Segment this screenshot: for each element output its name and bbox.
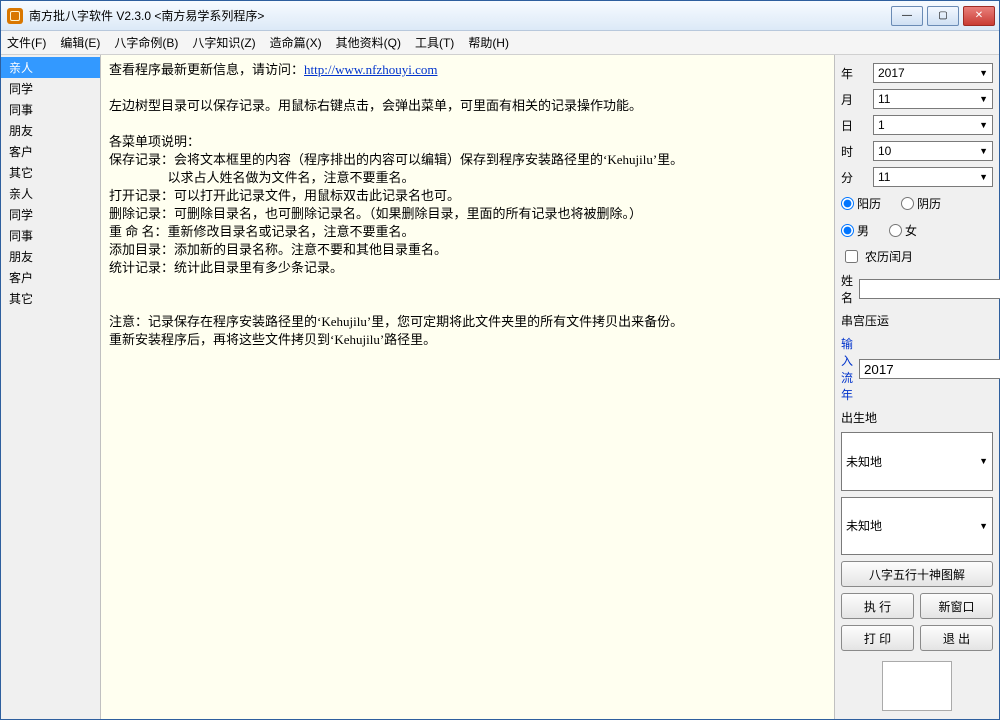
menu-帮助(H)[interactable]: 帮助(H) [468,34,509,51]
day-select[interactable]: 1▼ [873,115,993,135]
year-label: 年 [841,65,867,82]
line-add: 添加目录：添加新的目录名称。注意不要和其他目录重名。 [109,242,447,257]
chevron-down-icon: ▼ [979,521,988,531]
minute-label: 分 [841,169,867,186]
run-button[interactable]: 执 行 [841,593,914,619]
year-select[interactable]: 2017▼ [873,63,993,83]
solar-radio[interactable]: 阳历 [841,195,881,212]
para-tree: 左边树型目录可以保存记录。用鼠标右键点击，会弹出菜单，可里面有相关的记录操作功能… [109,98,642,113]
day-label: 日 [841,117,867,134]
window-controls: — ▢ ✕ [891,6,999,26]
chevron-down-icon: ▼ [979,146,988,156]
print-button[interactable]: 打 印 [841,625,914,651]
menubar: 文件(F) 编辑(E) 八字命例(B) 八字知识(Z) 造命篇(X) 其他资料(Q) 工具(… [1,31,999,55]
sidebar-item-6[interactable]: 亲人 [1,183,100,204]
main-text-area[interactable]: 查看程序最新更新信息，请访问：http://www.nfzhouyi.com 左… [101,55,834,719]
chevron-down-icon: ▼ [979,120,988,130]
update-link[interactable]: http://www.nfzhouyi.com [304,62,437,77]
chart-button[interactable]: 八字五行十神图解 [841,561,993,587]
female-radio[interactable]: 女 [889,222,917,239]
hour-label: 时 [841,143,867,160]
close-button[interactable]: ✕ [963,6,995,26]
sidebar-item-2[interactable]: 同事 [1,99,100,120]
liunian-input[interactable] [859,359,1000,379]
menu-八字命例(B)[interactable]: 八字命例(B) [114,34,178,51]
birthplace1-select[interactable]: 未知地▼ [841,432,993,491]
chevron-down-icon: ▼ [979,172,988,182]
new-window-button[interactable]: 新窗口 [920,593,993,619]
note1: 注意：记录保存在程序安装路径里的‘Kehujilu’里，您可定期将此文件夹里的所… [109,314,683,329]
chuan-label: 串宫压运 [841,312,993,329]
male-radio[interactable]: 男 [841,222,869,239]
preview-box [882,661,952,711]
chevron-down-icon: ▼ [979,68,988,78]
chevron-down-icon: ▼ [979,94,988,104]
minimize-button[interactable]: — [891,6,923,26]
menu-八字知识(Z)[interactable]: 八字知识(Z) [192,34,255,51]
sidebar-item-9[interactable]: 朋友 [1,246,100,267]
month-select[interactable]: 11▼ [873,89,993,109]
info-prefix: 查看程序最新更新信息，请访问： [109,62,304,77]
liunian-link[interactable]: 输入流年 [841,335,853,403]
leap-month-checkbox[interactable]: 农历闰月 [841,247,993,266]
control-panel: 年 2017▼ 月 11▼ 日 1▼ 时 10▼ 分 11▼ 阳历 阴历 [834,55,999,719]
app-icon [7,8,23,24]
birthplace-label: 出生地 [841,409,993,426]
menu-其他资料(Q)[interactable]: 其他资料(Q) [336,34,401,51]
menu-造命篇(X)[interactable]: 造命篇(X) [270,34,322,51]
hour-select[interactable]: 10▼ [873,141,993,161]
sidebar-item-4[interactable]: 客户 [1,141,100,162]
menu-工具(T)[interactable]: 工具(T) [415,34,454,51]
line-rename: 重 命 名：重新修改目录名或记录名，注意不要重名。 [109,224,415,239]
titlebar: 南方批八字软件 V2.3.0 <南方易学系列程序> — ▢ ✕ [1,1,999,31]
body: 亲人同学同事朋友客户其它亲人同学同事朋友客户其它 查看程序最新更新信息，请访问：… [1,55,999,719]
minute-select[interactable]: 11▼ [873,167,993,187]
month-label: 月 [841,91,867,108]
line-save1: 保存记录：会将文本框里的内容（程序排出的内容可以编辑）保存到程序安装路径里的‘K… [109,152,683,167]
sidebar-item-7[interactable]: 同学 [1,204,100,225]
window-title: 南方批八字软件 V2.3.0 <南方易学系列程序> [29,7,264,24]
birthplace2-select[interactable]: 未知地▼ [841,497,993,556]
sidebar-item-3[interactable]: 朋友 [1,120,100,141]
name-label: 姓名 [841,272,853,306]
menu-编辑(E)[interactable]: 编辑(E) [60,34,100,51]
app-window: 南方批八字软件 V2.3.0 <南方易学系列程序> — ▢ ✕ 文件(F) 编辑(… [0,0,1000,720]
line-open: 打开记录：可以打开此记录文件，用鼠标双击此记录名也可。 [109,188,460,203]
sidebar-item-10[interactable]: 客户 [1,267,100,288]
sidebar-item-0[interactable]: 亲人 [1,57,100,78]
maximize-button[interactable]: ▢ [927,6,959,26]
name-input[interactable] [859,279,1000,299]
chevron-down-icon: ▼ [979,456,988,466]
sidebar: 亲人同学同事朋友客户其它亲人同学同事朋友客户其它 [1,55,101,719]
sidebar-item-11[interactable]: 其它 [1,288,100,309]
menu-heading: 各菜单项说明： [109,134,200,149]
line-save2: 以求占人姓名做为文件名，注意不要重名。 [109,170,415,185]
sidebar-item-1[interactable]: 同学 [1,78,100,99]
line-del: 删除记录：可删除目录名，也可删除记录名。（如果删除目录，里面的所有记录也将被删除… [109,206,642,221]
line-stat: 统计记录：统计此目录里有多少条记录。 [109,260,343,275]
menu-文件(F)[interactable]: 文件(F) [7,34,46,51]
lunar-radio[interactable]: 阴历 [901,195,941,212]
exit-button[interactable]: 退 出 [920,625,993,651]
note2: 重新安装程序后，再将这些文件拷贝到‘Kehujilu’路径里。 [109,332,436,347]
sidebar-item-5[interactable]: 其它 [1,162,100,183]
sidebar-item-8[interactable]: 同事 [1,225,100,246]
